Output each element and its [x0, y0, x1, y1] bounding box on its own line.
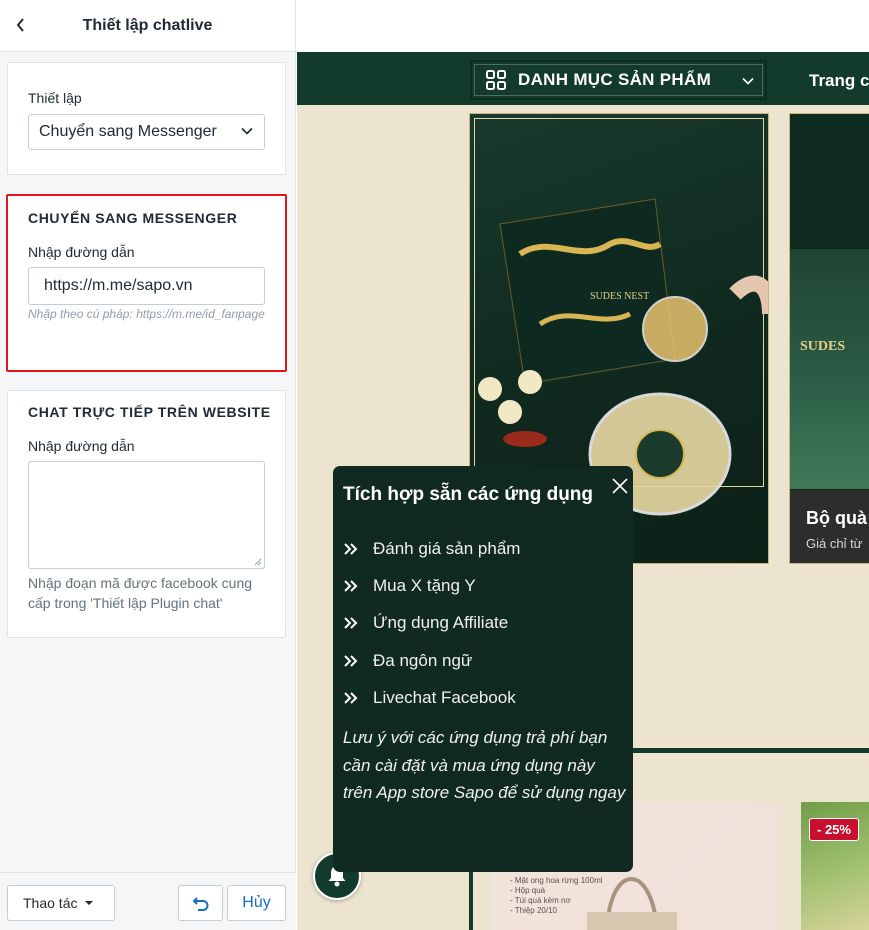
- close-icon[interactable]: [611, 477, 629, 495]
- settings-label: Thiết lập: [28, 90, 82, 106]
- chat-mode-select-value: Chuyển sang Messenger: [39, 123, 217, 140]
- list-item: Livechat Facebook: [343, 679, 520, 716]
- list-item: Ứng dụng Affiliate: [343, 605, 520, 642]
- category-menu-button[interactable]: DANH MỤC SẢN PHẨM: [470, 60, 767, 100]
- banner-subtitle: Giá chỉ từ: [806, 536, 863, 551]
- promo-banner-secondary[interactable]: SUDES Bộ quà Giá chỉ từ: [789, 113, 869, 564]
- settings-card: Thiết lập Chuyển sang Messenger: [7, 62, 286, 175]
- website-chat-card: CHAT TRỰC TIẾP TRÊN WEBSITE Nhập đường d…: [7, 390, 286, 638]
- popup-app-list: Đánh giá sản phẩm Mua X tặng Y Ứng dụng …: [343, 530, 520, 716]
- apps-info-popup: Tích hợp sẵn các ứng dụng Đánh giá sản p…: [333, 466, 633, 872]
- sale-badge: - 25%: [809, 818, 859, 841]
- website-chat-heading: CHAT TRỰC TIẾP TRÊN WEBSITE: [28, 404, 271, 420]
- double-chevron-right-icon: [344, 617, 358, 629]
- brand-text-2: SUDES: [800, 339, 846, 354]
- popup-title: Tích hợp sẵn các ứng dụng: [343, 484, 594, 505]
- product-card-sale[interactable]: - 25%: [801, 802, 869, 930]
- website-chat-label: Nhập đường dẫn: [28, 438, 135, 454]
- nav-link-home[interactable]: Trang c: [809, 71, 869, 91]
- back-chevron-icon: [16, 18, 24, 32]
- banner-caption: Bộ quà Giá chỉ từ: [790, 490, 869, 563]
- double-chevron-right-icon: [344, 580, 358, 592]
- list-item: Đa ngôn ngữ: [343, 642, 520, 679]
- panel-header: Thiết lập chatlive: [0, 0, 295, 52]
- website-chat-help: Nhập đoạn mã được facebook cung cấp tron…: [28, 575, 253, 611]
- popup-item-label: Đánh giá sản phẩm: [373, 538, 521, 558]
- panel-footer: Thao tác Hủy: [0, 872, 296, 930]
- popup-item-label: Ứng dụng Affiliate: [373, 613, 509, 633]
- actions-label: Thao tác: [23, 895, 78, 911]
- messenger-heading: CHUYỂN SANG MESSENGER: [28, 210, 238, 226]
- chat-mode-select[interactable]: Chuyển sang Messenger: [28, 114, 265, 150]
- category-menu-label: DANH MỤC SẢN PHẨM: [518, 70, 712, 89]
- actions-dropdown-button[interactable]: Thao tác: [7, 885, 115, 921]
- back-button[interactable]: [8, 12, 34, 38]
- messenger-link-value: https://m.me/sapo.vn: [44, 277, 193, 294]
- list-item: Mua X tặng Y: [343, 567, 520, 604]
- messenger-link-input[interactable]: https://m.me/sapo.vn: [28, 267, 265, 305]
- undo-button[interactable]: [178, 885, 223, 921]
- banner-title: Bộ quà: [806, 508, 867, 528]
- resize-grip-icon[interactable]: [254, 558, 262, 566]
- settings-panel: Thiết lập chatlive Thiết lập Chuyển sang…: [0, 0, 296, 930]
- website-chat-code-textarea[interactable]: [28, 461, 265, 569]
- chevron-down-icon: [742, 77, 754, 85]
- double-chevron-right-icon: [344, 542, 358, 555]
- messenger-card: CHUYỂN SANG MESSENGER Nhập đường dẫn htt…: [6, 194, 287, 372]
- double-chevron-right-icon: [344, 654, 358, 667]
- cancel-button[interactable]: Hủy: [227, 885, 286, 921]
- popup-item-label: Livechat Facebook: [373, 687, 516, 707]
- banner-photo: SUDES: [790, 249, 869, 489]
- list-item: Đánh giá sản phẩm: [343, 530, 520, 567]
- undo-icon: [192, 897, 208, 911]
- popup-note: Lưu ý với các ứng dụng trả phí bạn cần c…: [343, 728, 626, 802]
- grid-icon: [486, 70, 506, 90]
- chevron-down-icon: [241, 127, 253, 135]
- messenger-link-help: Nhập theo cú pháp: https://m.me/id_fanpa…: [28, 307, 265, 321]
- brand-text: SUDES NEST: [590, 291, 649, 302]
- double-chevron-right-icon: [344, 692, 358, 704]
- messenger-link-label: Nhập đường dẫn: [28, 244, 135, 260]
- site-navbar: DANH MỤC SẢN PHẨM Trang c: [297, 52, 869, 105]
- popup-item-label: Đa ngôn ngữ: [373, 650, 473, 670]
- popup-item-label: Mua X tặng Y: [373, 575, 476, 595]
- caret-down-icon: [85, 901, 94, 905]
- panel-title: Thiết lập chatlive: [82, 16, 213, 34]
- preview-top-strip: [297, 0, 869, 52]
